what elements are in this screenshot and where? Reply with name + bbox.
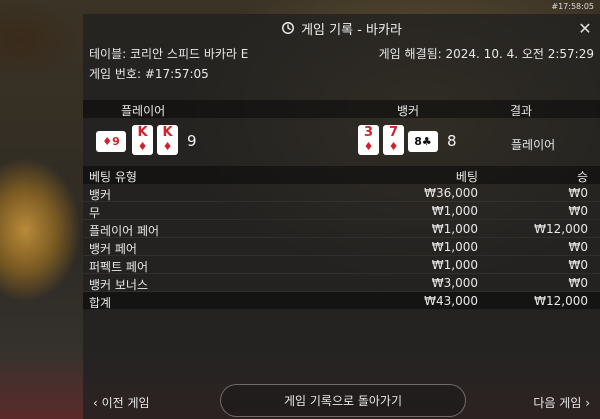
round-result: 플레이어 [511, 138, 556, 152]
bet-amount: ₩1,000 [431, 258, 478, 272]
banker-card-2: 7 ♦ [383, 125, 404, 155]
player-side-card-rank: 9 [112, 135, 120, 148]
player-card-1-rank: K [137, 125, 148, 140]
bet-type: 퍼펙트 페어 [89, 260, 149, 274]
next-game-button[interactable]: 다음 게임 › [533, 394, 590, 411]
game-number: 게임 번호: #17:57:05 [89, 67, 209, 81]
win-amount: ₩0 [568, 204, 589, 218]
win-amount-header: 승 [576, 170, 588, 184]
banker-side-card: 8♣ [408, 131, 438, 152]
banker-card-1-suit: ♦ [363, 140, 374, 153]
player-header: 플레이어 [121, 104, 166, 118]
close-icon: ✕ [578, 18, 592, 38]
table-row: 뱅커 페어 ₩1,000 ₩0 [83, 238, 600, 256]
player-side-card: ♦9 [96, 131, 126, 152]
top-timestamp: #17:58:05 [551, 2, 594, 11]
table-row: 뱅커 ₩36,000 ₩0 [83, 184, 600, 202]
cards-row: ♦9 K ♦ K ♦ 9 3 ♦ 7 ♦ 8♣ 8 플레이어 [83, 118, 600, 164]
bets-header-row: 베팅 유형 베팅 승 [83, 166, 600, 184]
bet-amount: ₩1,000 [431, 222, 478, 236]
panel-title: 게임 기록 - 바카라 [301, 22, 402, 38]
bet-amount-header: 베팅 [455, 170, 478, 184]
bet-amount: ₩1,000 [431, 204, 478, 218]
settled-time: 게임 해결됨: 2024. 10. 4. 오전 2:57:29 [378, 47, 594, 61]
banker-header: 뱅커 [397, 104, 420, 118]
win-amount: ₩0 [568, 258, 589, 272]
panel-header: 게임 기록 - 바카라 [83, 14, 600, 42]
total-bet-amount: ₩43,000 [424, 294, 478, 308]
result-header: 결과 [510, 104, 533, 118]
player-card-2-suit: ♦ [162, 140, 173, 153]
player-total: 9 [187, 132, 197, 150]
table-row: 뱅커 보너스 ₩3,000 ₩0 [83, 274, 600, 292]
cards-header: 플레이어 뱅커 결과 [83, 100, 600, 118]
table-row: 퍼펙트 페어 ₩1,000 ₩0 [83, 256, 600, 274]
previous-game-button[interactable]: ‹ 이전 게임 [93, 394, 150, 411]
win-amount: ₩12,000 [534, 222, 588, 236]
total-win-amount: ₩12,000 [534, 294, 588, 308]
banker-side-card-rank: 8 [414, 135, 422, 148]
bet-type: 뱅커 보너스 [89, 278, 149, 292]
win-amount: ₩0 [568, 240, 589, 254]
game-history-panel: #17:58:05 게임 기록 - 바카라 ✕ 테이블: 코리안 스피드 바카라… [83, 2, 600, 419]
game-info: 테이블: 코리안 스피드 바카라 E 게임 해결됨: 2024. 10. 4. … [89, 44, 594, 84]
win-amount: ₩0 [568, 276, 589, 290]
win-amount: ₩0 [568, 186, 589, 200]
banker-side-card-suit: ♣ [421, 135, 432, 148]
bet-type-header: 베팅 유형 [89, 170, 137, 184]
bet-type: 뱅커 페어 [89, 242, 137, 256]
player-card-1-suit: ♦ [137, 140, 148, 153]
total-row: 합계 ₩43,000 ₩12,000 [83, 292, 600, 310]
bet-type: 무 [89, 206, 101, 220]
history-icon [282, 22, 295, 34]
player-card-2-rank: K [162, 125, 173, 140]
back-to-history-button[interactable]: 게임 기록으로 돌아가기 [220, 384, 466, 417]
table-row: 무 ₩1,000 ₩0 [83, 202, 600, 220]
banker-card-2-rank: 7 [388, 125, 399, 140]
player-card-1: K ♦ [132, 125, 153, 155]
banker-card-1: 3 ♦ [358, 125, 379, 155]
bet-type: 뱅커 [89, 188, 112, 202]
back-to-history-label: 게임 기록으로 돌아가기 [283, 394, 403, 408]
close-button[interactable]: ✕ [576, 18, 594, 38]
bets-table: 베팅 유형 베팅 승 뱅커 ₩36,000 ₩0 무 ₩1,000 ₩0 플레이… [83, 166, 600, 310]
table-name: 테이블: 코리안 스피드 바카라 E [89, 47, 249, 61]
bet-amount: ₩36,000 [424, 186, 478, 200]
table-row: 플레이어 페어 ₩1,000 ₩12,000 [83, 220, 600, 238]
banker-card-2-suit: ♦ [388, 140, 399, 153]
banker-total: 8 [447, 132, 457, 150]
player-side-card-suit: ♦ [102, 135, 113, 148]
bet-amount: ₩3,000 [431, 276, 478, 290]
panel-footer: ‹ 이전 게임 게임 기록으로 돌아가기 다음 게임 › [83, 384, 600, 419]
total-label: 합계 [89, 296, 112, 310]
banker-card-1-rank: 3 [363, 125, 374, 140]
player-card-2: K ♦ [157, 125, 178, 155]
bet-type: 플레이어 페어 [89, 224, 160, 238]
bet-amount: ₩1,000 [431, 240, 478, 254]
